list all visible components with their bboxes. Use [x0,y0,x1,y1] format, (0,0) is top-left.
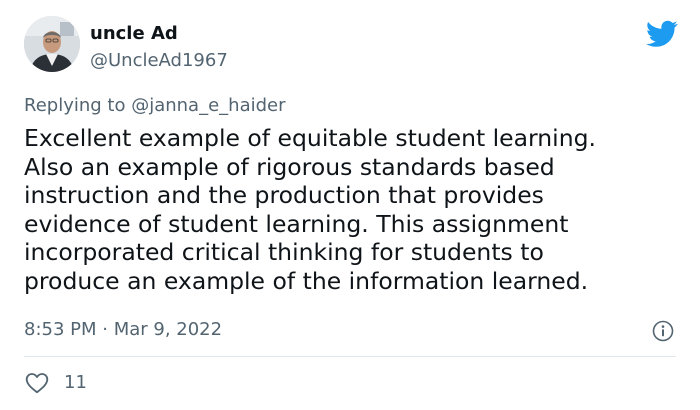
replying-to-line: Replying to @janna_e_haider [24,94,286,118]
tweet-card: uncle Ad @UncleAd1967 Replying to @janna… [0,0,700,410]
author-block[interactable]: uncle Ad @UncleAd1967 [90,22,228,73]
tweet-text-line: Excellent example of equitable student l… [24,124,596,152]
heart-icon[interactable] [24,370,50,396]
tweet-text-line: produce an example of the information le… [24,266,589,295]
divider [24,356,676,357]
tweet-actions: 11 [24,370,87,396]
author-display-name[interactable]: uncle Ad [90,22,228,46]
tweet-text-line: evidence of student learning. This assig… [24,209,569,238]
tweet-text: Excellent example of equitable student l… [24,124,684,295]
reply-mention-link[interactable]: @janna_e_haider [131,95,285,116]
avatar[interactable] [24,16,80,72]
like-count: 11 [64,372,87,393]
tweet-text-line: Also an example of rigorous standards ba… [24,152,555,181]
author-handle[interactable]: @UncleAd1967 [90,49,228,73]
tweet-timestamp[interactable]: 8:53 PM · Mar 9, 2022 [24,318,222,342]
replying-to-prefix: Replying to [24,95,132,116]
tweet-text-line: instruction and the production that prov… [24,181,544,209]
tweet-text-line: incorporated critical thinking for stude… [24,238,544,266]
avatar-image [24,16,80,72]
info-icon[interactable] [652,320,674,342]
twitter-bird-icon[interactable] [646,20,678,48]
